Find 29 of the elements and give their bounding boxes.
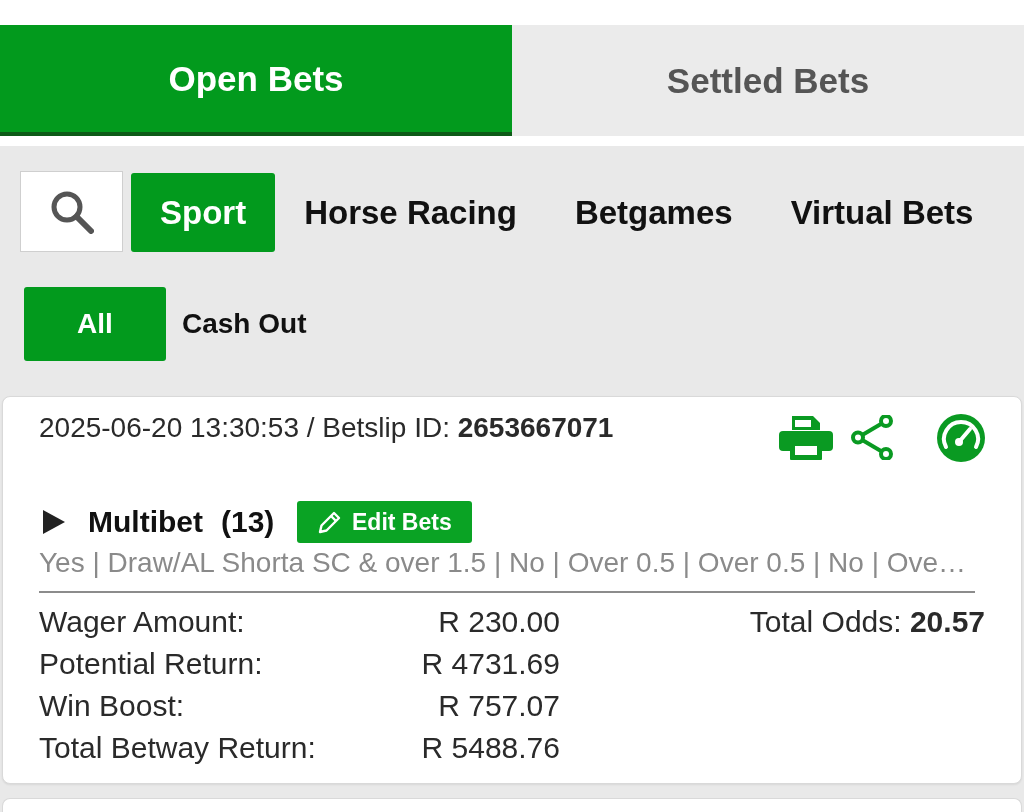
selections-summary: Yes | Draw/AL Shorta SC & over 1.5 | No | Over 0.5 | Over 0.5 | No | Ove… [39, 548, 968, 578]
bet-type: Multibet [88, 505, 203, 539]
pencil-icon [318, 510, 342, 534]
betslip-header: 2025-06-20 13:30:53 / Betslip ID: 2653667071 [39, 413, 614, 443]
search-icon [49, 189, 94, 234]
edit-bets-button[interactable]: Edit Bets [297, 501, 473, 543]
leg-count: (13) [221, 505, 275, 539]
printer-icon[interactable] [779, 415, 833, 460]
total-odds: Total Odds: 20.57 [749, 605, 985, 639]
amount-label: Total Betway Return: [39, 731, 317, 765]
amount-value: R 757.07 [438, 689, 560, 723]
search-button[interactable] [20, 171, 123, 252]
gauge-icon[interactable] [937, 413, 985, 462]
bets-tab[interactable]: Settled Bets [512, 25, 1024, 136]
amount-label: Wager Amount: [39, 605, 246, 639]
filter-tab[interactable]: All [24, 287, 166, 361]
bets-tab[interactable]: Open Bets [0, 25, 512, 136]
share-icon[interactable] [850, 415, 894, 460]
category-tab[interactable]: Sport [131, 173, 276, 252]
caret-icon[interactable] [43, 510, 65, 534]
amount-label: Win Boost: [39, 689, 186, 723]
category-tab[interactable]: Betgames [545, 173, 762, 252]
amount-value: R 230.00 [438, 605, 560, 639]
category-tab[interactable]: Virtual Bets [761, 173, 1003, 252]
amount-value: R 5488.76 [421, 731, 560, 765]
filter-tab[interactable]: Cash Out [166, 287, 323, 361]
amount-label: Potential Return: [39, 647, 264, 681]
amount-value: R 4731.69 [421, 647, 560, 681]
category-tab[interactable]: Horse Racing [275, 173, 546, 252]
